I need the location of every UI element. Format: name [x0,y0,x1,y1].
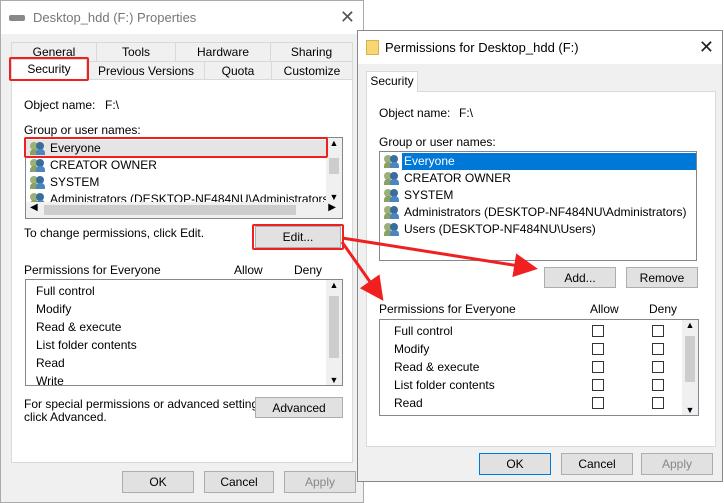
tab-security[interactable]: Security [366,71,418,92]
security-tab-highlight [9,57,89,81]
arrow-to-permissions [340,241,384,301]
annotation-arrows [340,236,538,301]
arrow-to-add [341,236,538,278]
